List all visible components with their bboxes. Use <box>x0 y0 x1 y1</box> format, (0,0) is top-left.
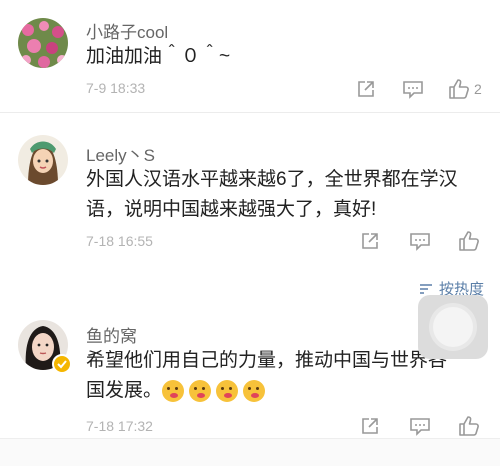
reply-button[interactable] <box>409 416 431 436</box>
kiss-emoji-icon <box>216 379 239 402</box>
comment-text: 加油加油＾０＾~ <box>86 46 231 67</box>
comment-item: Leely丶S 外国人汉语水平越来越6了，全世界都在学汉 语，说明中国越来越强大… <box>0 113 500 263</box>
share-button[interactable] <box>360 231 380 251</box>
thumbs-up-icon <box>459 231 479 251</box>
username[interactable]: Leely丶S <box>86 141 155 166</box>
comment-text-fragment: 国发展。 <box>86 380 163 401</box>
reply-button[interactable] <box>409 231 431 251</box>
like-button[interactable] <box>458 230 480 252</box>
share-icon <box>362 233 378 249</box>
comment-text-line-2: 国发展。 <box>86 376 270 406</box>
bottom-bar <box>0 438 500 466</box>
comment-icon <box>410 418 430 436</box>
kiss-emoji-icon <box>162 379 185 402</box>
comment-time: 7-18 17:32 <box>86 418 153 434</box>
verified-icon <box>57 360 67 369</box>
assistive-touch-circle <box>433 307 473 347</box>
kiss-emoji-icon <box>243 379 266 402</box>
share-button[interactable] <box>360 416 380 436</box>
comment-item: 小路子cool 加油加油＾０＾~ 7-9 18:33 2 <box>0 0 500 110</box>
girl-illustration-avatar-image <box>18 135 68 185</box>
thumbs-up-icon <box>459 416 479 436</box>
comment-icon <box>410 233 430 251</box>
share-icon <box>362 418 378 434</box>
username[interactable]: 鱼的窝 <box>86 322 137 347</box>
comment-icon <box>403 81 423 99</box>
like-button[interactable] <box>458 415 480 437</box>
kiss-emoji-icon <box>189 379 212 402</box>
share-button[interactable] <box>356 79 376 99</box>
like-button[interactable]: 2 <box>448 78 482 100</box>
like-count: 2 <box>474 81 482 97</box>
reply-button[interactable] <box>402 79 424 99</box>
flower-field-avatar-image <box>18 18 68 68</box>
avatar[interactable] <box>18 18 68 68</box>
comment-text-line: 语，说明中国越来越强大了，真好! <box>86 199 377 220</box>
comment-time: 7-9 18:33 <box>86 80 146 96</box>
comment-text-line: 外国人汉语水平越来越6了，全世界都在学汉 <box>86 169 458 190</box>
sort-icon <box>419 283 432 294</box>
avatar[interactable] <box>18 135 68 185</box>
thumbs-up-icon <box>449 79 469 99</box>
comment-text-line: 希望他们用自己的力量，推动中国与世界各 <box>86 350 448 371</box>
assistive-touch-button[interactable] <box>418 295 488 359</box>
verified-badge <box>52 354 72 374</box>
username[interactable]: 小路子cool <box>86 18 168 43</box>
comment-time: 7-18 16:55 <box>86 233 153 249</box>
share-icon <box>358 81 374 97</box>
